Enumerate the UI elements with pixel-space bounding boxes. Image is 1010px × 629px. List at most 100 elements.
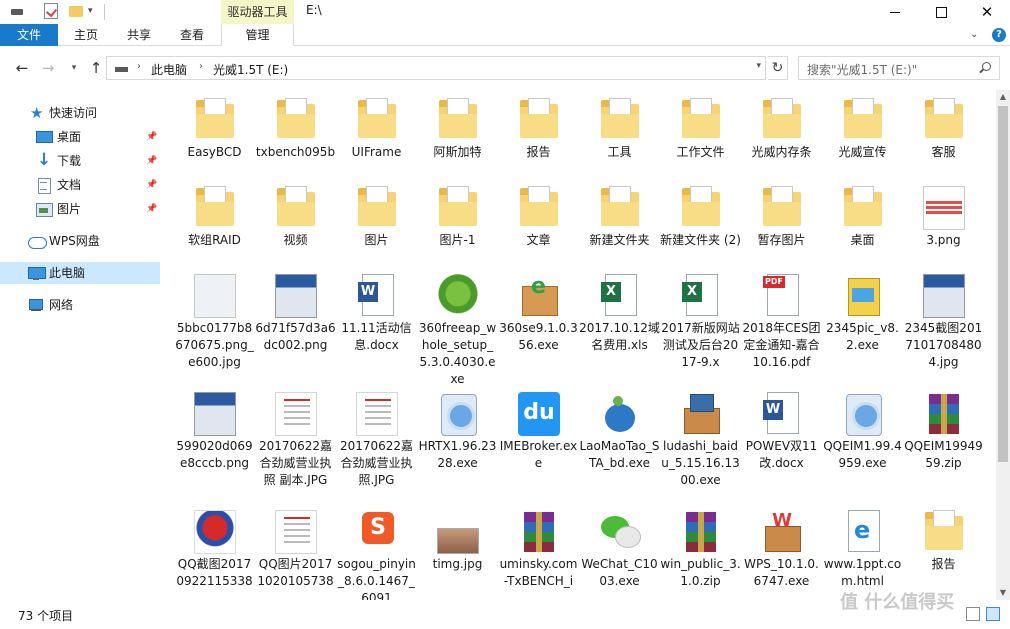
file-tile[interactable]: 2017新版网站测试及后台2017-9.x xyxy=(660,270,741,388)
nav-item-label: 图片 xyxy=(57,202,82,216)
image-icon xyxy=(194,274,236,318)
file-name: 阿斯加特 xyxy=(433,145,482,159)
file-tile[interactable]: 599020d069e8cccb.png xyxy=(174,388,255,506)
pin-icon[interactable]: 📌 xyxy=(146,150,157,172)
file-tile[interactable]: 桌面 xyxy=(822,182,903,270)
file-tile[interactable]: 20170622嘉合劲威营业执照 副本.JPG xyxy=(255,388,336,506)
file-tile[interactable]: EasyBCD xyxy=(174,94,255,182)
file-tile[interactable]: txbench095b xyxy=(255,94,336,182)
breadcrumb-separator-icon[interactable]: › xyxy=(199,61,203,72)
pin-icon[interactable]: 📌 xyxy=(146,126,157,148)
scroll-up-arrow-icon[interactable]: ▲ xyxy=(996,90,1010,104)
search-input[interactable]: 搜索"光威1.5T (E:)" xyxy=(798,56,1000,80)
customize-quick-access-chevron-icon[interactable]: ▾ xyxy=(88,3,98,19)
file-tile[interactable]: QQ图片20171020105738 xyxy=(255,506,336,594)
file-tile[interactable]: 客服 xyxy=(903,94,984,182)
file-tile[interactable]: 360freeap_whole_setup_5.3.0.4030.exe xyxy=(417,270,498,388)
minimize-button[interactable] xyxy=(872,0,918,24)
file-tile[interactable]: 2017.10.12域名费用.xls xyxy=(579,270,660,388)
file-tile[interactable]: 3.png xyxy=(903,182,984,270)
breadcrumb-drive[interactable]: 光威1.5T (E:) xyxy=(213,61,288,78)
forward-button[interactable]: → xyxy=(38,58,58,78)
nav-item-wps-cloud[interactable]: WPS网盘 xyxy=(0,230,160,252)
tab-view[interactable]: 查看 xyxy=(168,24,216,46)
breadcrumb-this-pc[interactable]: 此电脑 xyxy=(151,61,187,78)
file-tile[interactable]: ludashi_baidu_5.15.16.1300.exe xyxy=(660,388,741,506)
file-tile[interactable]: 2345pic_v8.2.exe xyxy=(822,270,903,388)
file-tile[interactable]: 软组RAID xyxy=(174,182,255,270)
new-folder-icon[interactable] xyxy=(68,3,84,19)
file-tile[interactable]: 工具 xyxy=(579,94,660,182)
nav-item-documents[interactable]: 文档 📌 xyxy=(0,174,160,196)
file-tile[interactable]: 视频 xyxy=(255,182,336,270)
file-tile[interactable]: 阿斯加特 xyxy=(417,94,498,182)
file-tile[interactable]: 11.11活动信息.docx xyxy=(336,270,417,388)
file-tile[interactable]: www.1ppt.com.html xyxy=(822,506,903,594)
nav-item-pictures[interactable]: 图片 📌 xyxy=(0,198,160,220)
pin-icon[interactable]: 📌 xyxy=(146,174,157,196)
file-tile[interactable]: 新建文件夹 (2) xyxy=(660,182,741,270)
nav-item-network[interactable]: 网络 xyxy=(0,294,160,316)
drive-icon[interactable] xyxy=(8,3,26,19)
pin-icon[interactable]: 📌 xyxy=(146,198,157,220)
file-tile[interactable]: 图片 xyxy=(336,182,417,270)
vertical-scrollbar[interactable]: ▲ ▼ xyxy=(996,90,1010,600)
file-tile[interactable]: timg.jpg xyxy=(417,506,498,594)
file-tile[interactable]: QQEIM1.99.4959.exe xyxy=(822,388,903,506)
nav-item-desktop[interactable]: 桌面 📌 xyxy=(0,126,160,148)
file-tile[interactable]: sogou_pinyin_8.6.0.1467_6091 xyxy=(336,506,417,600)
refresh-button[interactable]: ↻ xyxy=(768,56,788,80)
help-icon[interactable]: ? xyxy=(992,28,1006,42)
file-tile[interactable]: 文章 xyxy=(498,182,579,270)
file-tile[interactable]: POWEV双11改.docx xyxy=(741,388,822,506)
file-tile[interactable]: 360se9.1.0.356.exe xyxy=(498,270,579,388)
tab-home[interactable]: 主页 xyxy=(62,24,110,46)
file-tile[interactable]: uminsky.com-TxBENCH_i xyxy=(498,506,579,594)
file-tile[interactable]: QQEIM1994959.zip xyxy=(903,388,984,506)
close-button[interactable]: ✕ xyxy=(964,0,1010,24)
properties-icon[interactable] xyxy=(44,3,58,19)
large-icons-view-icon[interactable] xyxy=(986,607,1000,621)
file-tile[interactable]: 工作文件 xyxy=(660,94,741,182)
file-tile[interactable]: 图片-1 xyxy=(417,182,498,270)
up-button[interactable]: ↑ xyxy=(86,58,106,78)
file-tile[interactable]: 报告 xyxy=(498,94,579,182)
file-tile[interactable]: WeChat_C1003.exe xyxy=(579,506,660,594)
file-tile[interactable]: 光威宣传 xyxy=(822,94,903,182)
folder-icon xyxy=(356,186,398,230)
file-tile[interactable]: 5bbc0177b8670675.png_e600.jpg xyxy=(174,270,255,388)
file-tile[interactable]: IMEBroker.exe xyxy=(498,388,579,506)
file-tile[interactable]: 20170622嘉合劲威营业执照.JPG xyxy=(336,388,417,506)
folder-icon xyxy=(194,98,236,142)
expand-ribbon-chevron-icon[interactable]: ⌄ xyxy=(970,29,978,40)
address-history-chevron-icon[interactable]: ▾ xyxy=(756,61,761,71)
file-tile[interactable]: 暂存图片 xyxy=(741,182,822,270)
tab-manage[interactable]: 管理 xyxy=(221,24,294,46)
details-view-icon[interactable] xyxy=(966,607,980,621)
file-tile[interactable]: 报告 xyxy=(903,506,984,594)
search-icon[interactable] xyxy=(979,62,991,74)
recent-locations-chevron-icon[interactable]: ▾ xyxy=(64,58,84,78)
tab-file[interactable]: 文件 xyxy=(0,24,58,46)
tab-share[interactable]: 共享 xyxy=(114,24,164,46)
nav-item-downloads[interactable]: 下载 📌 xyxy=(0,149,160,172)
file-tile[interactable]: LaoMaoTao_STA_bd.exe xyxy=(579,388,660,506)
nav-item-this-pc[interactable]: 此电脑 xyxy=(0,262,160,284)
file-tile[interactable]: 2018年CES团定金通知-嘉合10.16.pdf xyxy=(741,270,822,388)
file-tile[interactable]: HRTX1.96.2328.exe xyxy=(417,388,498,506)
file-tile[interactable]: win_public_3.1.0.zip xyxy=(660,506,741,594)
back-button[interactable]: ← xyxy=(12,58,32,78)
breadcrumb-separator-icon[interactable]: › xyxy=(137,61,141,72)
file-tile[interactable]: UIFrame xyxy=(336,94,417,182)
file-tile[interactable]: QQ截图20170922115338 xyxy=(174,506,255,594)
file-tile[interactable]: 2345截图20171017084804.jpg xyxy=(903,270,984,388)
file-tile[interactable]: 6d71f57d3a6dc002.png xyxy=(255,270,336,388)
file-tile[interactable]: 光威内存条 xyxy=(741,94,822,182)
scroll-down-arrow-icon[interactable]: ▼ xyxy=(996,586,1010,600)
address-bar[interactable]: › 此电脑 › 光威1.5T (E:) ▾ xyxy=(106,56,766,80)
maximize-button[interactable] xyxy=(918,0,964,24)
scrollbar-thumb[interactable] xyxy=(998,106,1008,462)
nav-item-quick-access[interactable]: 快速访问 xyxy=(0,102,160,124)
file-tile[interactable]: 新建文件夹 xyxy=(579,182,660,270)
file-tile[interactable]: WPS_10.1.0.6747.exe xyxy=(741,506,822,594)
